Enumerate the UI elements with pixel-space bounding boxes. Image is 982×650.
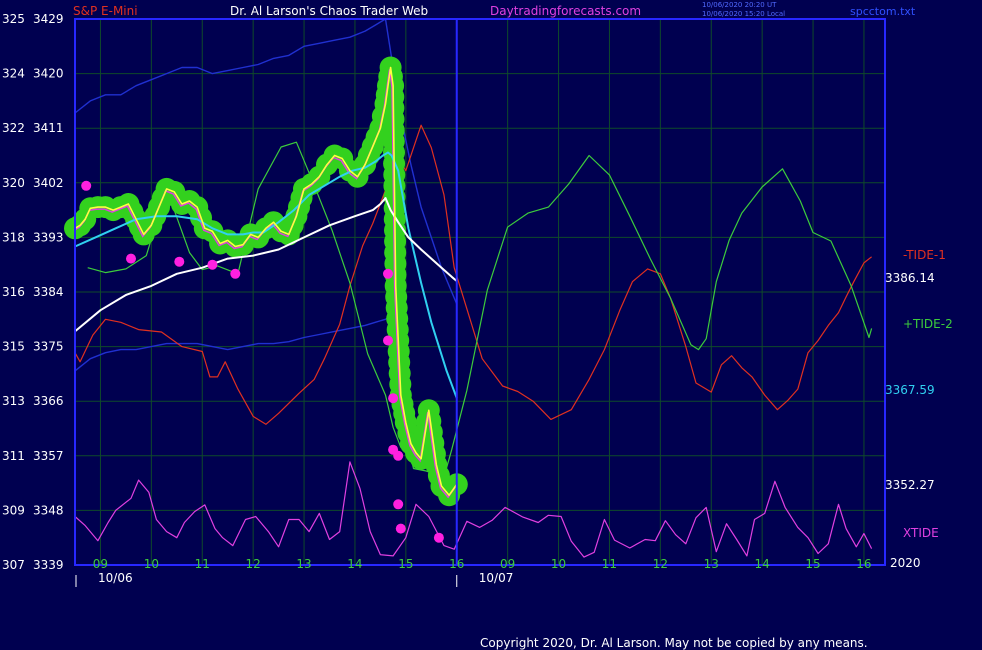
data-file-name: spcctom.txt <box>850 5 916 18</box>
y-tick-label: 3411 <box>33 121 64 135</box>
x-tick-label: 16 <box>856 557 871 571</box>
swing-marker <box>393 499 404 510</box>
cyan-value-label: 3367.59 <box>885 383 935 397</box>
y-tick-label-outer: 313 <box>2 394 25 408</box>
swing-marker <box>207 259 218 270</box>
x-tick-label: 10 <box>144 557 159 571</box>
chart-area: 325 3429 324 3420 322 3411 320 3402 318 3393 316 33… <box>0 0 982 650</box>
chart-title: Dr. Al Larson's Chaos Trader Web <box>230 4 428 18</box>
swing-marker <box>383 335 393 346</box>
x-tick-label: 09 <box>500 557 515 571</box>
swing-marker <box>81 180 92 191</box>
y-tick-label-outer: 318 <box>2 230 25 244</box>
minus-tide-label: -TIDE-1 <box>903 248 946 262</box>
year-label: 2020 <box>890 556 921 570</box>
date-label: 10/06 <box>98 571 133 585</box>
x-tick-label: 11 <box>195 557 210 571</box>
y-tick-label: 3357 <box>33 449 64 463</box>
y-tick-label-outer: 311 <box>2 449 25 463</box>
symbol-label: S&P E-Mini <box>73 4 138 18</box>
y-tick-label: 3384 <box>33 285 64 299</box>
y-tick-label-outer: 324 <box>2 67 25 81</box>
swing-marker <box>230 268 241 279</box>
swing-marker <box>393 450 404 461</box>
x-tick-label: 12 <box>246 557 261 571</box>
x-tick-label: 14 <box>755 557 770 571</box>
chart-background <box>0 0 982 650</box>
x-tick-label: 09 <box>93 557 108 571</box>
date-label: 10/07 <box>479 571 514 585</box>
y-tick-label: 3393 <box>33 230 64 244</box>
y-tick-label: 3339 <box>33 558 64 572</box>
y-tick-label-outer: 309 <box>2 503 25 517</box>
y-tick-label: 3402 <box>33 176 64 190</box>
y-tick-label-outer: 320 <box>2 176 25 190</box>
y-tick-label: 3375 <box>33 340 64 354</box>
swing-marker <box>126 253 136 264</box>
y-tick-label-outer: 307 <box>2 558 25 572</box>
xtide-label: XTIDE <box>903 526 939 540</box>
white-value-label: 3386.14 <box>885 271 935 285</box>
y-tick-label-outer: 315 <box>2 340 25 354</box>
swing-marker <box>388 393 399 404</box>
timestamp-ut: 10/06/2020 20:20 UT <box>702 1 777 9</box>
last-price-label: 3352.27 <box>885 478 935 492</box>
y-tick-label-outer: 316 <box>2 285 25 299</box>
swing-marker <box>383 268 393 279</box>
x-tick-label: 12 <box>653 557 668 571</box>
y-tick-label: 3348 <box>33 503 64 517</box>
x-tick-label: 10 <box>551 557 566 571</box>
x-tick-label: 13 <box>704 557 719 571</box>
x-tick-label: 14 <box>347 557 362 571</box>
swing-marker <box>174 256 185 267</box>
x-tick-label: 16 <box>449 557 464 571</box>
x-tick-label: 15 <box>398 557 413 571</box>
plus-tide-label: +TIDE-2 <box>903 317 953 331</box>
x-tick-label: 11 <box>602 557 617 571</box>
x-tick-label: 13 <box>296 557 311 571</box>
y-tick-label: 3366 <box>33 394 64 408</box>
swing-marker <box>395 523 406 534</box>
swing-marker <box>433 532 444 543</box>
x-tick-label: 15 <box>805 557 820 571</box>
site-link[interactable]: Daytradingforecasts.com <box>490 4 641 18</box>
y-tick-label-outer: 325 <box>2 12 25 26</box>
timestamp-local: 10/06/2020 15:20 Local <box>702 10 785 18</box>
copyright-notice: Copyright 2020, Dr. Al Larson. May not b… <box>480 636 868 650</box>
y-tick-label-outer: 322 <box>2 121 25 135</box>
y-tick-label: 3429 <box>33 12 64 26</box>
y-tick-label: 3420 <box>33 67 64 81</box>
